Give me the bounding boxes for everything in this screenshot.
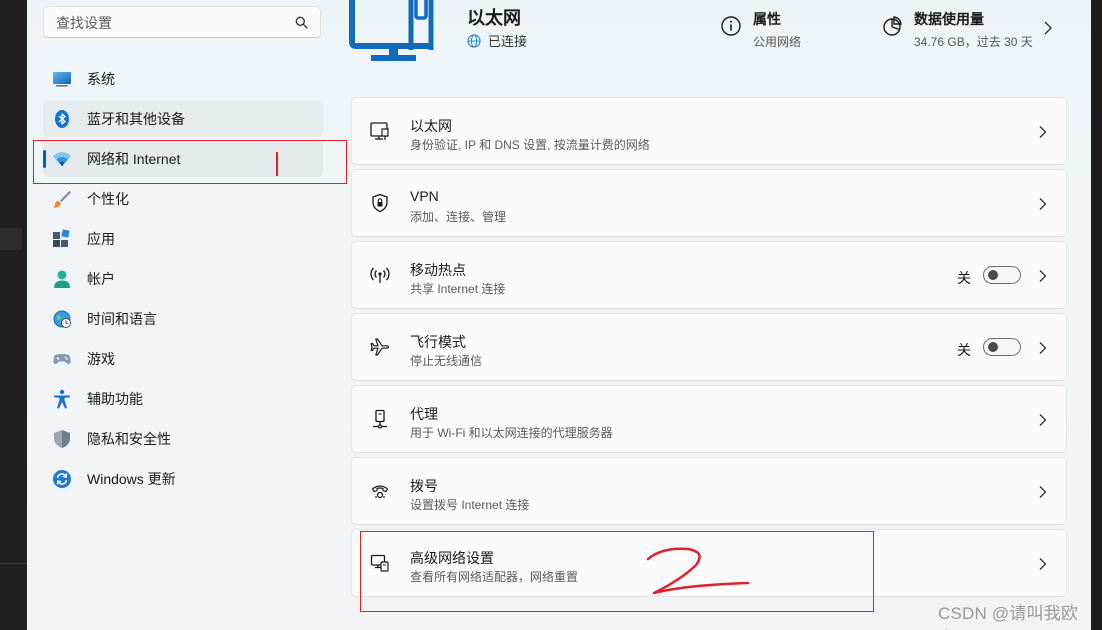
sidebar-item-system[interactable]: 系统 <box>43 61 323 97</box>
row-title: VPN <box>410 188 439 204</box>
row-mobile-hotspot[interactable]: 移动热点 共享 Internet 连接 关 <box>351 241 1067 309</box>
background-window-divider <box>0 563 27 564</box>
search-icon[interactable] <box>295 16 308 29</box>
toggle-state-label: 关 <box>957 270 971 286</box>
airplane-icon <box>370 338 390 356</box>
page-title: 以太网 <box>467 8 521 28</box>
chevron-right-icon <box>1039 126 1047 138</box>
data-usage-link[interactable]: 数据使用量 34.76 GB，过去 30 天 <box>881 9 1033 50</box>
csdn-watermark: CSDN @请叫我欧皇i <box>938 604 1079 630</box>
sidebar-item-apps[interactable]: 应用 <box>43 221 323 257</box>
time-language-icon <box>52 309 72 329</box>
hotspot-toggle[interactable] <box>983 266 1021 284</box>
sidebar-item-bluetooth[interactable]: 蓝牙和其他设备 <box>43 101 323 137</box>
ethernet-hero-icon <box>349 0 434 61</box>
sidebar-item-label: 游戏 <box>87 351 115 367</box>
sidebar-item-windows-update[interactable]: Windows 更新 <box>43 461 323 497</box>
brush-icon <box>52 189 72 209</box>
row-subtitle: 用于 Wi-Fi 和以太网连接的代理服务器 <box>410 426 613 440</box>
system-monitor-icon <box>52 69 72 89</box>
gamepad-icon <box>52 349 72 369</box>
row-title: 代理 <box>410 406 438 422</box>
sidebar-item-label: 应用 <box>87 231 115 247</box>
sidebar-item-privacy[interactable]: 隐私和安全性 <box>43 421 323 457</box>
update-icon <box>52 469 72 489</box>
row-airplane-mode[interactable]: 飞行模式 停止无线通信 关 <box>351 313 1067 381</box>
background-window-strip <box>0 0 27 630</box>
chevron-right-icon <box>1039 270 1047 282</box>
sidebar-item-label: Windows 更新 <box>87 471 176 487</box>
connection-status-text: 已连接 <box>488 34 528 49</box>
properties-subtitle: 公用网络 <box>753 35 802 49</box>
shield-icon <box>52 429 72 449</box>
ethernet-icon <box>370 122 389 140</box>
properties-title: 属性 <box>753 11 781 27</box>
connection-status: 已连接 <box>467 31 527 50</box>
sidebar-nav: 系统 蓝牙和其他设备 网络和 Internet 个性化 应用 帐户 时间和语言 … <box>43 61 323 501</box>
row-vpn[interactable]: VPN 添加、连接、管理 <box>351 169 1067 237</box>
row-ethernet[interactable]: 以太网 身份验证, IP 和 DNS 设置, 按流量计费的网络 <box>351 97 1067 165</box>
annotation-number-two <box>646 547 750 595</box>
sidebar-item-time-language[interactable]: 时间和语言 <box>43 301 323 337</box>
row-dialup[interactable]: 拨号 设置拨号 Internet 连接 <box>351 457 1067 525</box>
sidebar-item-accounts[interactable]: 帐户 <box>43 261 323 297</box>
settings-window: 系统 蓝牙和其他设备 网络和 Internet 个性化 应用 <box>27 0 1091 630</box>
sidebar-item-accessibility[interactable]: 辅助功能 <box>43 381 323 417</box>
airplane-toggle[interactable] <box>983 338 1021 356</box>
sidebar-item-label: 个性化 <box>87 191 129 207</box>
toggle-knob <box>988 342 998 352</box>
annotation-box-advanced <box>360 531 874 612</box>
apps-icon <box>52 229 72 249</box>
toggle-state-label: 关 <box>957 342 971 358</box>
chevron-right-icon[interactable] <box>1042 20 1054 36</box>
sidebar-item-label: 蓝牙和其他设备 <box>87 111 185 127</box>
pie-chart-icon <box>883 16 902 36</box>
sidebar-item-label: 隐私和安全性 <box>87 431 171 447</box>
sidebar-item-label: 帐户 <box>87 271 115 287</box>
sidebar-item-label: 系统 <box>87 71 115 87</box>
row-subtitle: 添加、连接、管理 <box>410 210 507 224</box>
chevron-right-icon <box>1039 198 1047 210</box>
toggle-knob <box>988 270 998 280</box>
annotation-box-network <box>33 140 347 184</box>
row-proxy[interactable]: 代理 用于 Wi-Fi 和以太网连接的代理服务器 <box>351 385 1067 453</box>
proxy-icon <box>373 409 387 429</box>
dialup-icon <box>371 485 389 499</box>
row-subtitle: 身份验证, IP 和 DNS 设置, 按流量计费的网络 <box>410 138 650 152</box>
background-window-strip-right <box>1091 0 1102 630</box>
chevron-right-icon <box>1039 342 1047 354</box>
vpn-shield-icon <box>372 193 388 213</box>
properties-link[interactable]: 属性 公用网络 <box>720 9 801 50</box>
chevron-right-icon <box>1039 486 1047 498</box>
data-usage-subtitle: 34.76 GB，过去 30 天 <box>914 35 1033 49</box>
sidebar-item-personalization[interactable]: 个性化 <box>43 181 323 217</box>
bluetooth-icon <box>52 109 72 129</box>
info-icon <box>721 16 741 36</box>
settings-search-box[interactable] <box>43 6 321 39</box>
search-input[interactable] <box>54 7 288 39</box>
data-usage-title: 数据使用量 <box>914 11 984 27</box>
sidebar-item-label: 时间和语言 <box>87 311 157 327</box>
chevron-right-icon <box>1039 414 1047 426</box>
row-subtitle: 共享 Internet 连接 <box>410 282 506 296</box>
row-title: 拨号 <box>410 478 438 494</box>
hotspot-icon <box>370 267 390 283</box>
background-window-mark <box>0 228 22 250</box>
row-subtitle: 停止无线通信 <box>410 354 483 368</box>
accessibility-icon <box>52 389 72 409</box>
globe-icon <box>467 33 481 48</box>
row-title: 移动热点 <box>410 262 466 278</box>
annotation-mark-1 <box>276 152 278 176</box>
settings-list: 以太网 身份验证, IP 和 DNS 设置, 按流量计费的网络 VPN 添加、连… <box>351 97 1067 601</box>
sidebar-item-label: 辅助功能 <box>87 391 143 407</box>
sidebar-item-gaming[interactable]: 游戏 <box>43 341 323 377</box>
row-title: 飞行模式 <box>410 334 466 350</box>
row-subtitle: 设置拨号 Internet 连接 <box>410 498 530 512</box>
account-icon <box>52 269 72 289</box>
chevron-right-icon <box>1039 558 1047 570</box>
row-title: 以太网 <box>410 118 452 134</box>
